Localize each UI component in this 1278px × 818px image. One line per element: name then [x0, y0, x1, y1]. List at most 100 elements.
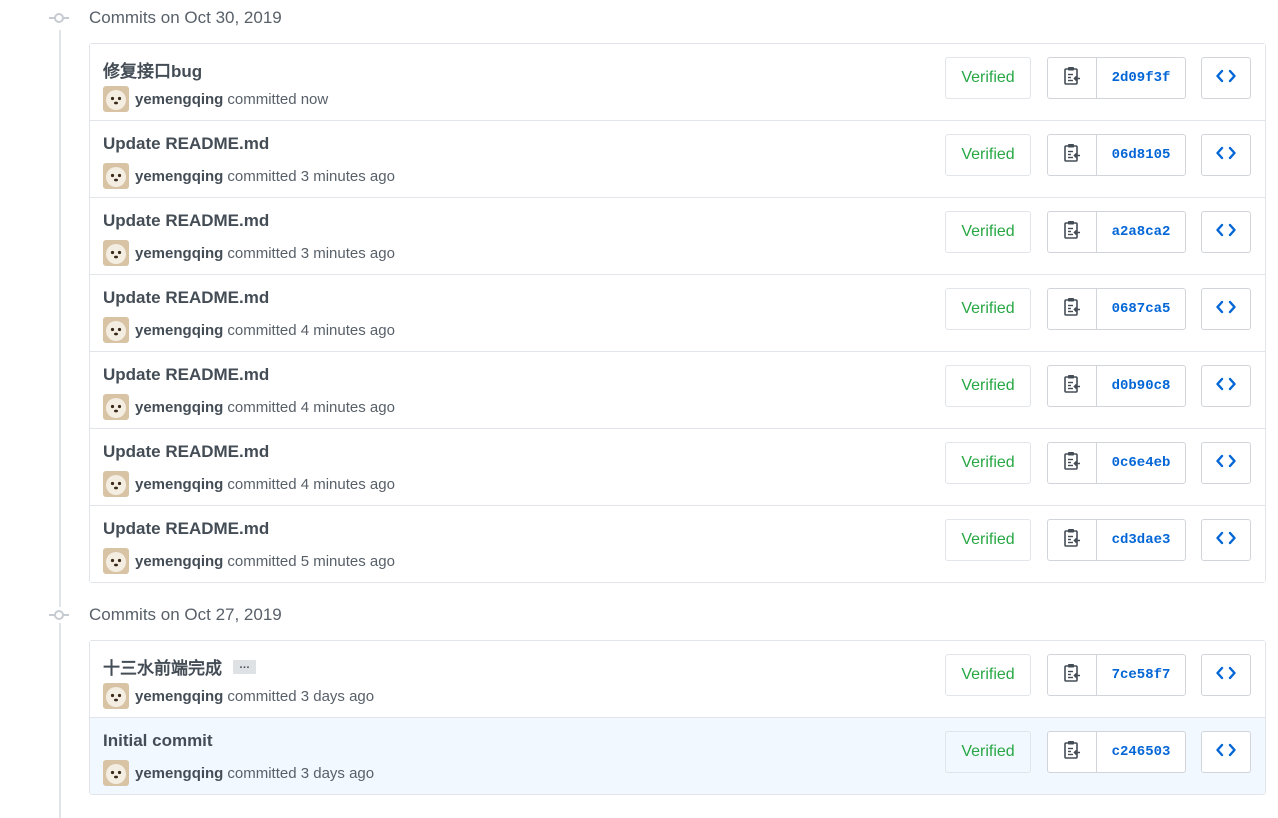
commit-message-link[interactable]: 十三水前端完成 — [103, 654, 222, 679]
commit-list: 修复接口bug yemengqing committed now Verifie… — [89, 43, 1266, 583]
user-avatar[interactable] — [103, 394, 129, 420]
verified-badge[interactable]: Verified — [945, 654, 1031, 696]
browse-repo-button[interactable] — [1201, 442, 1251, 484]
commit-message-link[interactable]: Update README.md — [103, 288, 269, 308]
browse-repo-button[interactable] — [1201, 134, 1251, 176]
code-brackets-icon — [1216, 146, 1236, 165]
commit-sha-link[interactable]: 7ce58f7 — [1097, 655, 1185, 695]
browse-repo-button[interactable] — [1201, 365, 1251, 407]
commit-sha-link[interactable]: 06d8105 — [1097, 135, 1185, 175]
copy-sha-button[interactable] — [1048, 135, 1097, 175]
verified-badge[interactable]: Verified — [945, 57, 1031, 99]
copy-sha-button[interactable] — [1048, 212, 1097, 252]
commit-row: Update README.md yemengqing committed 4 … — [90, 274, 1265, 351]
user-avatar[interactable] — [103, 240, 129, 266]
commit-row: Update README.md yemengqing committed 4 … — [90, 428, 1265, 505]
commit-author-link[interactable]: yemengqing — [135, 399, 223, 416]
user-avatar[interactable] — [103, 683, 129, 709]
browse-repo-button[interactable] — [1201, 654, 1251, 696]
commit-row: Update README.md yemengqing committed 3 … — [90, 120, 1265, 197]
copy-sha-button[interactable] — [1048, 289, 1097, 329]
clipboard-copy-icon — [1063, 451, 1081, 476]
sha-button-group: 2d09f3f — [1047, 57, 1186, 99]
user-avatar[interactable] — [103, 760, 129, 786]
code-brackets-icon — [1216, 743, 1236, 762]
commit-action-text: committed — [227, 552, 297, 570]
commit-author-link[interactable]: yemengqing — [135, 168, 223, 185]
verified-badge[interactable]: Verified — [945, 211, 1031, 253]
browse-repo-button[interactable] — [1201, 731, 1251, 773]
verified-badge[interactable]: Verified — [945, 442, 1031, 484]
verified-badge[interactable]: Verified — [945, 288, 1031, 330]
verified-badge[interactable]: Verified — [945, 519, 1031, 561]
commit-author-link[interactable]: yemengqing — [135, 476, 223, 493]
user-avatar[interactable] — [103, 471, 129, 497]
copy-sha-button[interactable] — [1048, 655, 1097, 695]
clipboard-copy-icon — [1063, 740, 1081, 765]
commit-author-link[interactable]: yemengqing — [135, 322, 223, 339]
user-avatar[interactable] — [103, 86, 129, 112]
user-avatar[interactable] — [103, 317, 129, 343]
commit-author-link[interactable]: yemengqing — [135, 245, 223, 262]
commit-message-link[interactable]: Update README.md — [103, 519, 269, 539]
commit-action-text: committed — [227, 321, 297, 339]
commit-time: 3 minutes ago — [300, 244, 395, 262]
user-avatar[interactable] — [103, 548, 129, 574]
copy-sha-button[interactable] — [1048, 443, 1097, 483]
copy-sha-button[interactable] — [1048, 732, 1097, 772]
commit-time: 3 minutes ago — [300, 167, 395, 185]
commit-sha-link[interactable]: c246503 — [1097, 732, 1185, 772]
commit-author-link[interactable]: yemengqing — [135, 765, 223, 782]
commit-action-text: committed — [227, 764, 297, 782]
expand-description-button[interactable]: … — [233, 659, 256, 674]
commit-message-link[interactable]: Update README.md — [103, 211, 269, 231]
browse-repo-button[interactable] — [1201, 211, 1251, 253]
verified-badge[interactable]: Verified — [945, 731, 1031, 773]
clipboard-copy-icon — [1063, 220, 1081, 245]
commit-time: now — [300, 90, 329, 108]
commit-time: 3 days ago — [300, 764, 375, 782]
user-avatar[interactable] — [103, 163, 129, 189]
commit-time: 5 minutes ago — [300, 552, 395, 570]
commit-message-link[interactable]: Update README.md — [103, 442, 269, 462]
browse-repo-button[interactable] — [1201, 57, 1251, 99]
commit-group: Commits on Oct 27, 2019 十三水前端完成 … yemeng… — [0, 597, 1278, 795]
commit-time: 4 minutes ago — [300, 321, 395, 339]
commit-message-link[interactable]: Update README.md — [103, 365, 269, 385]
commit-group: Commits on Oct 30, 2019 修复接口bug yemengqi… — [0, 0, 1278, 583]
commit-author-link[interactable]: yemengqing — [135, 91, 223, 108]
clipboard-copy-icon — [1063, 66, 1081, 91]
code-brackets-icon — [1216, 300, 1236, 319]
commit-message-link[interactable]: 修复接口bug — [103, 57, 202, 82]
commit-time: 4 minutes ago — [300, 475, 395, 493]
commit-author-link[interactable]: yemengqing — [135, 553, 223, 570]
code-brackets-icon — [1216, 69, 1236, 88]
sha-button-group: 0687ca5 — [1047, 288, 1186, 330]
copy-sha-button[interactable] — [1048, 58, 1097, 98]
commit-row: Initial commit yemengqing committed 3 da… — [90, 717, 1265, 794]
copy-sha-button[interactable] — [1048, 520, 1097, 560]
commit-author-link[interactable]: yemengqing — [135, 688, 223, 705]
verified-badge[interactable]: Verified — [945, 365, 1031, 407]
commit-sha-link[interactable]: 0c6e4eb — [1097, 443, 1185, 483]
commit-group-title: Commits on Oct 27, 2019 — [89, 605, 282, 624]
browse-repo-button[interactable] — [1201, 519, 1251, 561]
copy-sha-button[interactable] — [1048, 366, 1097, 406]
commit-sha-link[interactable]: 2d09f3f — [1097, 58, 1185, 98]
commit-message-link[interactable]: Update README.md — [103, 134, 269, 154]
commit-time: 3 days ago — [300, 687, 375, 705]
commit-sha-link[interactable]: d0b90c8 — [1097, 366, 1185, 406]
commit-sha-link[interactable]: a2a8ca2 — [1097, 212, 1185, 252]
commit-message-link[interactable]: Initial commit — [103, 731, 213, 751]
verified-badge[interactable]: Verified — [945, 134, 1031, 176]
commit-sha-link[interactable]: cd3dae3 — [1097, 520, 1185, 560]
commit-action-text: committed — [227, 398, 297, 416]
commit-action-text: committed — [227, 475, 297, 493]
git-commit-icon — [49, 607, 69, 623]
commit-sha-link[interactable]: 0687ca5 — [1097, 289, 1185, 329]
clipboard-copy-icon — [1063, 663, 1081, 688]
commit-row: Update README.md yemengqing committed 4 … — [90, 351, 1265, 428]
code-brackets-icon — [1216, 223, 1236, 242]
sha-button-group: 0c6e4eb — [1047, 442, 1186, 484]
browse-repo-button[interactable] — [1201, 288, 1251, 330]
